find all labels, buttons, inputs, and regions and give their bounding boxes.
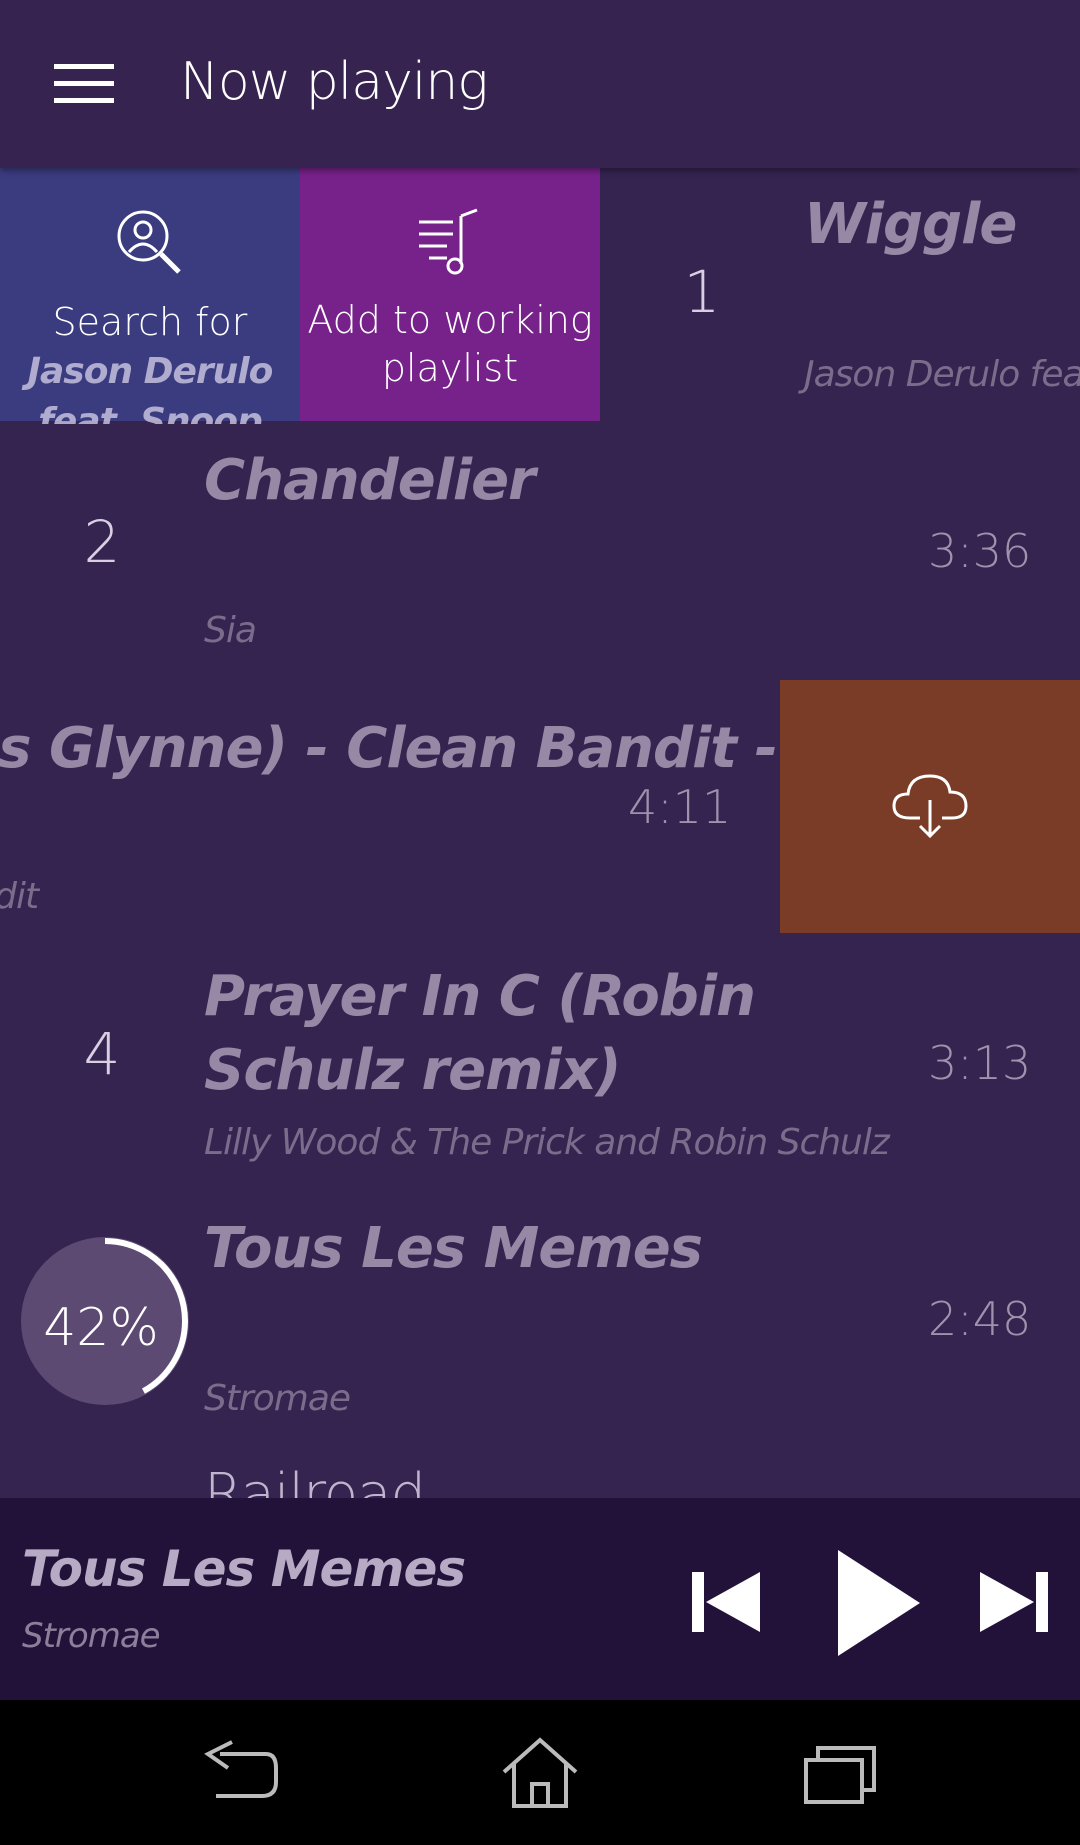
system-nav-bar: [0, 1700, 1080, 1845]
track-title: Railroad: [204, 1462, 426, 1498]
download-progress-label: 42%: [43, 1298, 159, 1358]
track-number: 4: [83, 1020, 121, 1088]
track-title: Chandelier: [204, 448, 536, 513]
play-icon[interactable]: [836, 1548, 922, 1658]
track-duration: 2:48: [928, 1292, 1032, 1346]
track-number: 2: [83, 508, 121, 576]
track-artist: Stromae: [204, 1378, 351, 1419]
player-song-title: Tous Les Memes: [22, 1540, 466, 1598]
track-number: 1: [683, 258, 721, 326]
search-query: Jason Derulo feat. Snoop: [27, 351, 274, 427]
track-row-3[interactable]: Rather Be (feat. Jess Glynne) - Clean Ba…: [0, 680, 1080, 939]
search-for-artist-button[interactable]: Search for Jason Derulo feat. Snoop: [0, 168, 300, 424]
home-icon[interactable]: [500, 1736, 580, 1810]
download-button[interactable]: [780, 680, 1080, 933]
search-for-label: Search for: [52, 300, 248, 344]
track-artist: Jason Derulo feat. Snoop Dogg: [804, 354, 1080, 395]
playlist-add-icon: [419, 208, 478, 275]
back-icon[interactable]: [200, 1738, 280, 1808]
cloud-download-icon: [892, 774, 968, 839]
track-artist: Lilly Wood & The Prick and Robin Schulz: [204, 1122, 890, 1163]
skip-next-icon[interactable]: [978, 1570, 1050, 1634]
track-duration: 4:11: [628, 780, 732, 834]
track-artist: Clean Bandit: [0, 876, 39, 917]
track-duration: 3:13: [928, 1036, 1032, 1090]
skip-previous-icon[interactable]: [690, 1570, 762, 1634]
track-duration: 3:36: [928, 524, 1032, 578]
track-title: Tous Les Memes: [204, 1216, 703, 1281]
page-title: Now playing: [180, 52, 488, 112]
add-label-line2: playlist: [381, 346, 519, 390]
app-bar: Now playing: [0, 0, 1080, 168]
track-row-1[interactable]: Search for Jason Derulo feat. Snoop Add …: [0, 168, 1080, 427]
track-row-6[interactable]: Railroad: [0, 1448, 1080, 1498]
search-person-icon: [117, 210, 181, 274]
track-title: Prayer In C (Robin Schulz remix): [204, 964, 756, 1103]
track-row-4[interactable]: 4 Prayer In C (Robin Schulz remix) Lilly…: [0, 936, 1080, 1195]
menu-icon[interactable]: [54, 64, 114, 104]
player-artist: Stromae: [22, 1616, 161, 1656]
track-title: Wiggle: [804, 192, 1017, 257]
add-label-line1: Add to working: [307, 298, 593, 342]
recent-apps-icon[interactable]: [804, 1742, 876, 1806]
track-row-2[interactable]: 2 Chandelier Sia 3:36: [0, 424, 1080, 683]
track-artist: Sia: [204, 610, 257, 651]
add-to-playlist-button[interactable]: Add to working playlist: [300, 168, 600, 421]
mini-player[interactable]: Tous Les Memes Stromae: [0, 1498, 1080, 1700]
